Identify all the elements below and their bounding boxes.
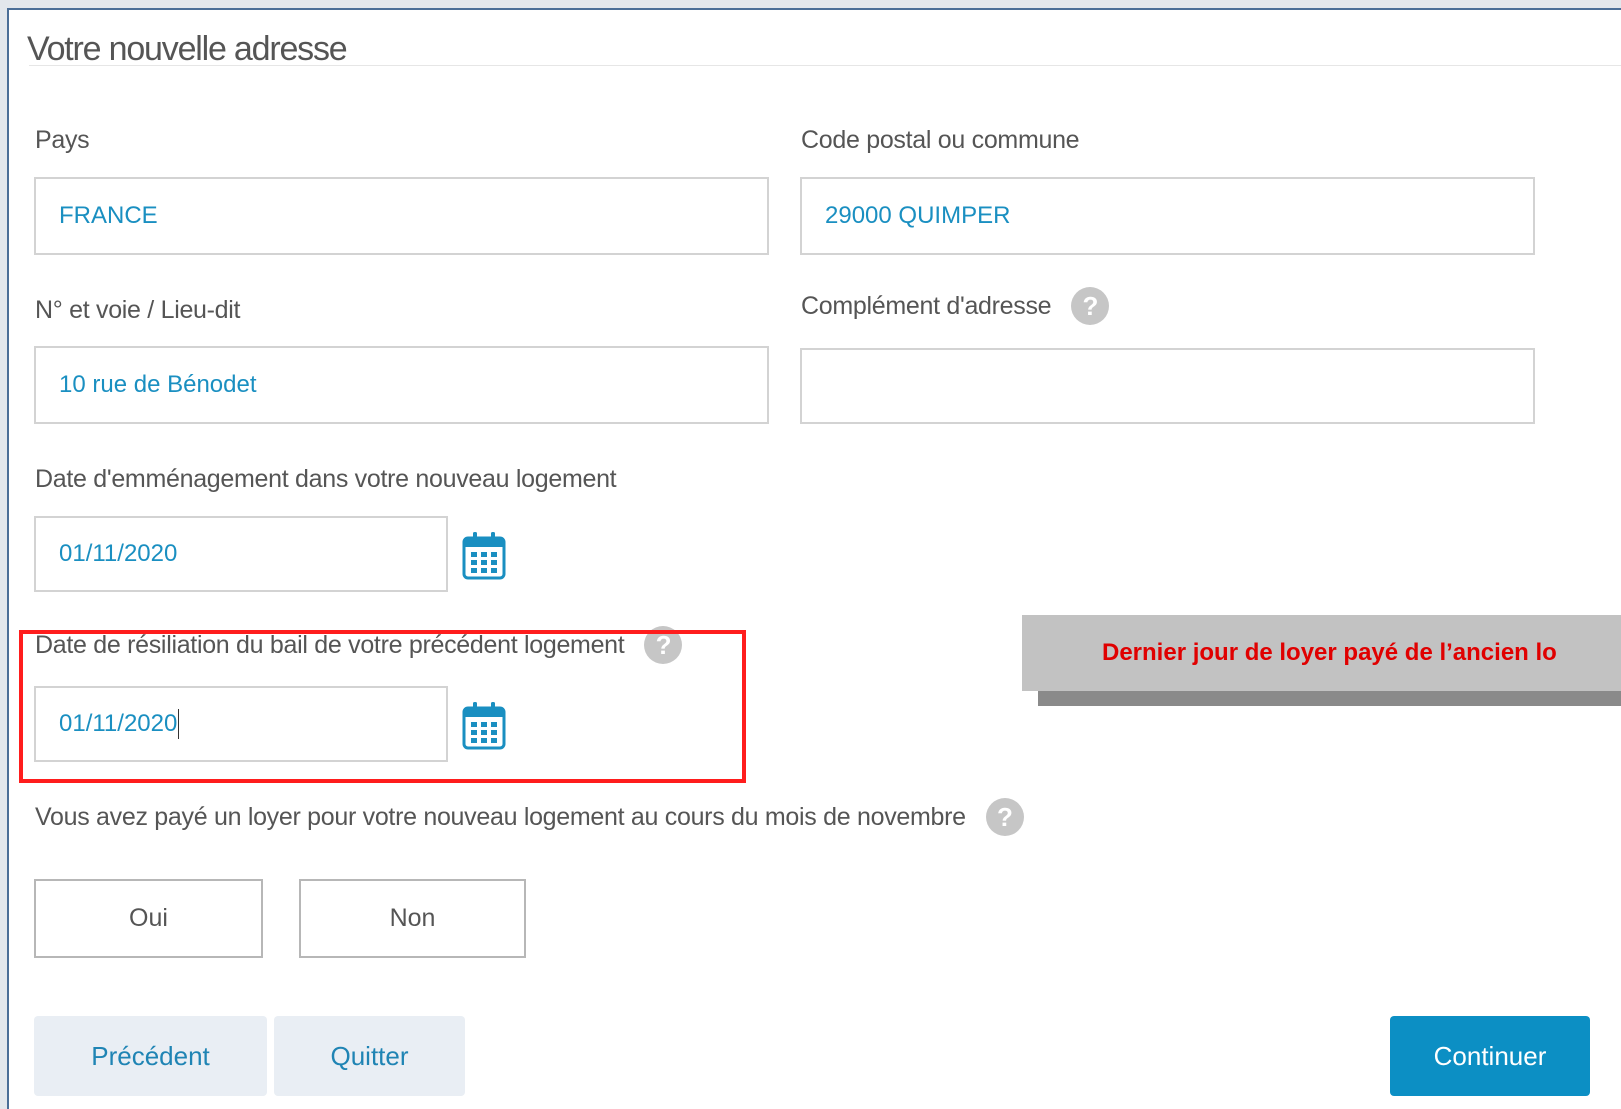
pays-label: Pays bbox=[35, 126, 90, 155]
section-title: Votre nouvelle adresse bbox=[27, 30, 348, 68]
title-divider bbox=[29, 65, 1621, 66]
precedent-label: Précédent bbox=[91, 1040, 210, 1071]
complement-field[interactable] bbox=[800, 348, 1535, 424]
complement-label-text: Complément d'adresse bbox=[801, 291, 1052, 320]
continuer-button[interactable]: Continuer bbox=[1390, 1016, 1590, 1096]
loyer-question-text: Vous avez payé un loyer pour votre nouve… bbox=[35, 802, 966, 831]
pays-value: FRANCE bbox=[59, 202, 158, 229]
callout-text: Dernier jour de loyer payé de l’ancien l… bbox=[1102, 639, 1557, 666]
code-postal-label: Code postal ou commune bbox=[801, 126, 1080, 155]
code-postal-value: 29000 QUIMPER bbox=[825, 202, 1011, 229]
question-circle-icon[interactable]: ? bbox=[985, 798, 1024, 836]
question-circle-icon[interactable]: ? bbox=[1071, 287, 1110, 325]
voie-label-text: N° et voie / Lieu-dit bbox=[35, 296, 241, 324]
complement-label: Complément d'adresse ? bbox=[801, 287, 1110, 325]
form-panel: Votre nouvelle adresse Pays FRANCE Code … bbox=[7, 8, 1621, 1109]
voie-value: 10 rue de Bénodet bbox=[59, 371, 257, 398]
callout-note: Dernier jour de loyer payé de l’ancien l… bbox=[1022, 615, 1621, 691]
quitter-button[interactable]: Quitter bbox=[274, 1016, 465, 1096]
non-button[interactable]: Non bbox=[299, 879, 526, 958]
date-emmenagement-value: 01/11/2020 bbox=[59, 540, 178, 567]
date-emmenagement-field[interactable]: 01/11/2020 bbox=[34, 516, 448, 592]
code-postal-label-text: Code postal ou commune bbox=[801, 126, 1080, 154]
highlight-box bbox=[19, 630, 746, 783]
continuer-label: Continuer bbox=[1433, 1040, 1547, 1071]
precedent-button[interactable]: Précédent bbox=[34, 1016, 267, 1096]
date-emmenagement-label-text: Date d'emménagement dans votre nouveau l… bbox=[35, 465, 617, 493]
code-postal-field[interactable]: 29000 QUIMPER bbox=[800, 177, 1535, 255]
non-label: Non bbox=[389, 904, 436, 932]
pays-field[interactable]: FRANCE bbox=[34, 177, 769, 255]
oui-button[interactable]: Oui bbox=[34, 879, 263, 958]
voie-label: N° et voie / Lieu-dit bbox=[35, 296, 240, 325]
date-emmenagement-label: Date d'emménagement dans votre nouveau l… bbox=[35, 465, 617, 494]
oui-label: Oui bbox=[129, 904, 168, 932]
loyer-question-label: Vous avez payé un loyer pour votre nouve… bbox=[35, 798, 1024, 836]
calendar-icon[interactable] bbox=[461, 530, 507, 582]
pays-label-text: Pays bbox=[35, 126, 90, 154]
quitter-label: Quitter bbox=[330, 1040, 409, 1071]
voie-field[interactable]: 10 rue de Bénodet bbox=[34, 346, 769, 424]
